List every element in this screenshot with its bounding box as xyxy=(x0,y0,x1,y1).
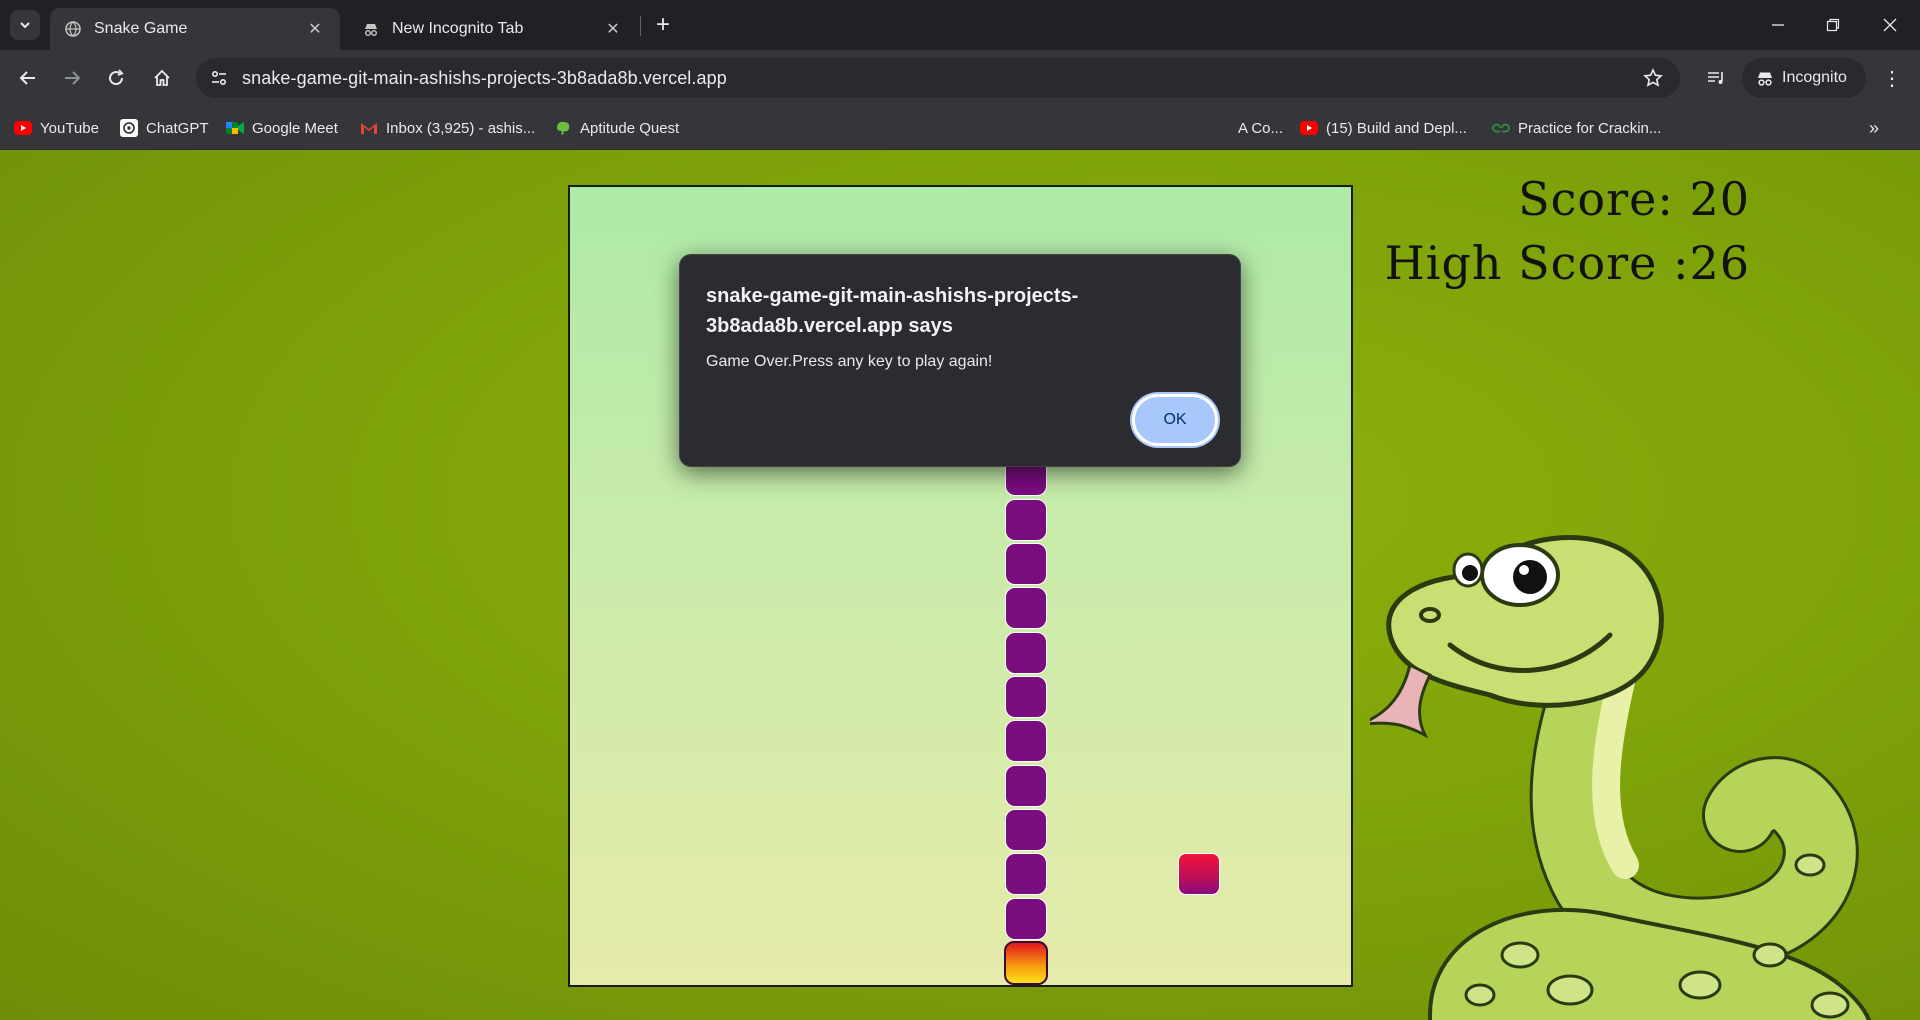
close-window-icon[interactable] xyxy=(1868,10,1912,40)
snake-segment xyxy=(1004,587,1047,630)
minimize-icon[interactable] xyxy=(1756,10,1800,40)
brain-icon xyxy=(554,119,572,137)
bookmark-star-icon[interactable] xyxy=(1638,63,1668,93)
youtube-icon xyxy=(1300,119,1318,137)
bookmark-youtube[interactable]: YouTube xyxy=(14,116,99,140)
new-tab-button[interactable]: + xyxy=(650,11,676,38)
alert-dialog: snake-game-git-main-ashishs-projects-3b8… xyxy=(679,254,1241,467)
restore-icon[interactable] xyxy=(1811,10,1855,40)
reload-icon[interactable] xyxy=(100,62,132,94)
tab-title: Snake Game xyxy=(94,20,188,37)
snake-segment xyxy=(1004,853,1047,896)
tab-snake-game[interactable]: Snake Game ✕ xyxy=(50,8,340,50)
bookmarks-bar: YouTube ChatGPT Google Meet Inbox (3,925… xyxy=(0,106,1920,150)
score-text: Score: 20 xyxy=(1518,172,1750,226)
forward-icon[interactable] xyxy=(56,62,88,94)
snake-segment xyxy=(1004,675,1047,718)
snake-food xyxy=(1178,853,1221,896)
globe-icon xyxy=(64,20,82,38)
incognito-profile-button[interactable]: Incognito xyxy=(1742,58,1866,98)
incognito-icon xyxy=(362,20,380,38)
snake-segment xyxy=(1004,764,1047,807)
bookmark-label: Aptitude Quest xyxy=(580,119,680,137)
snake-segment xyxy=(1004,631,1047,674)
bookmark-gmail-inbox[interactable]: Inbox (3,925) - ashis... xyxy=(360,116,535,140)
chatgpt-icon xyxy=(120,119,138,137)
snake-segment xyxy=(1004,808,1047,851)
bookmark-label: YouTube xyxy=(40,119,99,137)
kebab-menu-icon[interactable]: ⋮ xyxy=(1876,62,1908,94)
bookmark-label: Inbox (3,925) - ashis... xyxy=(386,119,536,137)
bookmark-google-meet[interactable]: Google Meet xyxy=(226,116,338,140)
tab-search-button[interactable] xyxy=(10,10,40,40)
tab-strip: Snake Game ✕ New Incognito Tab ✕ + xyxy=(0,0,1920,50)
home-icon[interactable] xyxy=(146,62,178,94)
tab-title: New Incognito Tab xyxy=(392,20,524,37)
dialog-title: snake-game-git-main-ashishs-projects-3b8… xyxy=(706,285,1079,337)
bookmark-practice-for-cracking[interactable]: Practice for Crackin... xyxy=(1492,116,1661,140)
bookmark-label: (15) Build and Depl... xyxy=(1326,119,1467,137)
close-tab-icon[interactable]: ✕ xyxy=(304,18,326,40)
double-chevron-right-icon[interactable]: » xyxy=(1862,116,1886,140)
dialog-message: Game Over.Press any key to play again! xyxy=(706,353,993,370)
chevron-down-icon xyxy=(20,22,30,29)
gfg-icon xyxy=(1492,119,1510,137)
bookmark-label: Google Meet xyxy=(252,119,338,137)
tab-divider xyxy=(640,16,641,36)
close-tab-icon[interactable]: ✕ xyxy=(602,18,624,40)
bookmark-label: Practice for Crackin... xyxy=(1518,119,1662,137)
site-info-icon[interactable] xyxy=(204,63,234,93)
bookmark-label: ChatGPT xyxy=(146,119,209,137)
meet-icon xyxy=(226,119,244,137)
snake-segment xyxy=(1004,720,1047,763)
address-bar[interactable]: snake-game-git-main-ashishs-projects-3b8… xyxy=(196,58,1680,98)
url-text: snake-game-git-main-ashishs-projects-3b8… xyxy=(242,67,727,88)
bookmark-aptitude-quest[interactable]: Aptitude Quest xyxy=(554,116,679,140)
gmail-icon xyxy=(360,119,378,137)
tab-new-incognito[interactable]: New Incognito Tab ✕ xyxy=(348,8,638,50)
snake-segment xyxy=(1004,897,1047,940)
bookmark-chatgpt[interactable]: ChatGPT xyxy=(120,116,209,140)
incognito-icon xyxy=(1758,72,1772,86)
back-icon[interactable] xyxy=(12,62,44,94)
bookmark-label: A Co... xyxy=(1238,119,1284,137)
snake-head xyxy=(1003,940,1048,985)
snake-segment xyxy=(1004,542,1047,585)
page-content: Score: 20 High Score :26 snake-game-git-… xyxy=(0,150,1920,1020)
youtube-icon xyxy=(14,119,32,137)
bookmark-a-co[interactable]: A Co... xyxy=(1238,116,1283,140)
bookmark-build-and-deploy[interactable]: (15) Build and Depl... xyxy=(1300,116,1467,140)
snake-mascot-image xyxy=(1370,535,1871,1020)
media-control-icon[interactable] xyxy=(1700,62,1732,94)
snake-segment xyxy=(1004,498,1047,541)
ok-button[interactable]: OK xyxy=(1132,394,1218,446)
browser-toolbar: snake-game-git-main-ashishs-projects-3b8… xyxy=(0,50,1920,106)
profile-label: Incognito xyxy=(1782,69,1847,86)
high-score-text: High Score :26 xyxy=(1384,236,1750,290)
